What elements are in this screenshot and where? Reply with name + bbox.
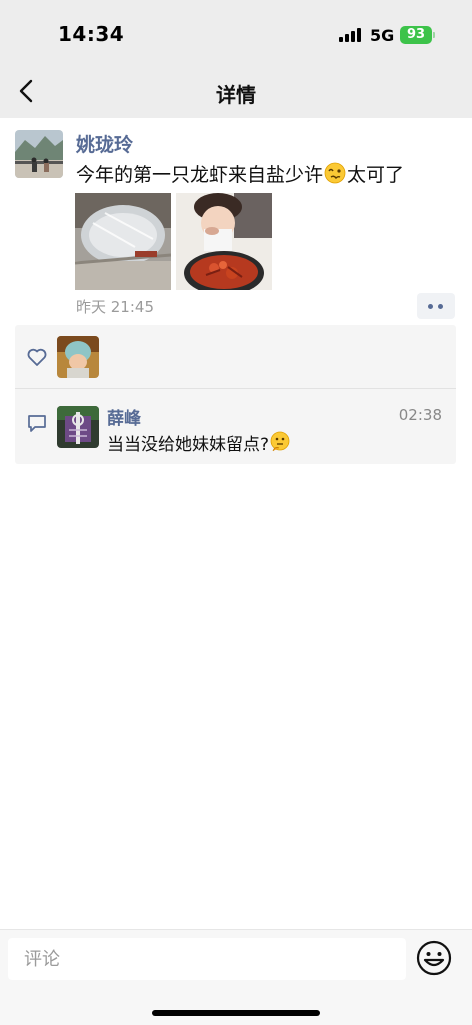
smiley-face-icon — [416, 940, 452, 976]
comment-text-body: 当当没给她妹妹留点? — [107, 435, 270, 455]
home-indicator — [152, 1010, 320, 1016]
crawfish-package-photo[interactable] — [75, 193, 171, 290]
comment-text[interactable]: 当当没给她妹妹留点? — [107, 430, 291, 455]
battery-level: 93 — [406, 27, 426, 42]
battery-icon: 93 — [400, 26, 432, 44]
comment-input[interactable] — [8, 938, 406, 980]
commenter-avatar[interactable] — [57, 406, 99, 448]
likes-comments-panel: 薛峰 02:38 当当没给她妹妹留点? — [15, 325, 456, 464]
woozy-face-emoji — [324, 162, 346, 184]
author-avatar[interactable] — [15, 130, 63, 178]
divider — [15, 388, 456, 389]
header-area: 14:34 5G 93 详情 — [0, 0, 472, 118]
liker-avatar[interactable] — [57, 336, 99, 378]
author-name[interactable]: 姚珑玲 — [76, 130, 133, 157]
post-timestamp: 昨天 21:45 — [76, 298, 154, 316]
post-text: 今年的第一只龙虾来自盐少许 太可了 — [76, 160, 404, 187]
battery-tip — [433, 32, 435, 38]
comment-icon — [28, 415, 46, 432]
more-actions-button[interactable] — [417, 293, 455, 319]
dot-icon — [428, 304, 433, 309]
commenter-name[interactable]: 薛峰 — [107, 404, 141, 429]
emoji-button[interactable] — [414, 938, 454, 978]
comment-timestamp: 02:38 — [398, 406, 442, 424]
comment-composer — [0, 929, 472, 1025]
status-time: 14:34 — [58, 22, 125, 46]
page-title: 详情 — [216, 83, 256, 107]
network-label: 5G — [370, 26, 395, 45]
signal-icon — [339, 28, 363, 42]
post-text-part-2: 太可了 — [347, 164, 405, 186]
heart-icon — [27, 348, 47, 366]
dot-icon — [438, 304, 443, 309]
post-text-part-1: 今年的第一只龙虾来自盐少许 — [76, 164, 324, 186]
girl-eating-crawfish-photo[interactable] — [176, 193, 272, 290]
thinking-face-emoji — [270, 431, 290, 452]
